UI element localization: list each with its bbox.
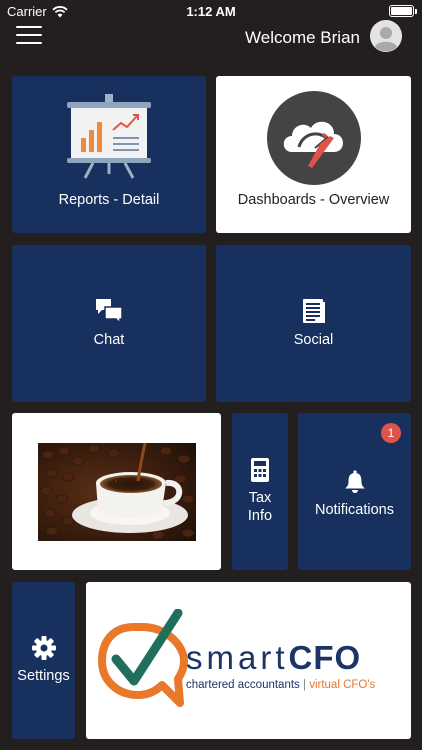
svg-text:chartered accountants |: chartered accountants | virtual CFO's xyxy=(186,679,376,691)
tax-info-label: Tax Info xyxy=(248,490,272,525)
welcome-message: Welcome Brian xyxy=(245,28,360,47)
calculator-icon xyxy=(251,458,269,483)
brand-tagline-separator: | xyxy=(303,679,306,691)
dashboards-overview-tile[interactable]: Dashboards - Overview xyxy=(216,76,411,233)
brand-tagline-right: virtual CFO's xyxy=(309,679,375,691)
notifications-tile[interactable]: 1 Notifications xyxy=(298,413,411,570)
user-icon xyxy=(370,20,402,52)
menu-icon[interactable] xyxy=(16,26,42,46)
notifications-label: Notifications xyxy=(315,501,394,518)
newspaper-icon xyxy=(302,298,325,323)
settings-label: Settings xyxy=(17,667,70,684)
coffee-image-tile[interactable] xyxy=(12,413,221,570)
tax-info-label-line1: Tax xyxy=(248,490,272,507)
nav-bar: Welcome Brian xyxy=(0,20,422,66)
brand-cfo: CFO xyxy=(288,639,361,676)
brand-tagline-left: chartered accountants xyxy=(186,679,300,691)
gear-icon xyxy=(31,635,56,660)
clock: 1:12 AM xyxy=(186,4,236,19)
social-tile[interactable]: Social xyxy=(216,245,411,402)
notification-badge: 1 xyxy=(381,423,401,443)
tax-info-tile[interactable]: Tax Info xyxy=(232,413,288,570)
brand-smart: smart xyxy=(186,639,289,676)
coffee-cup-photo xyxy=(37,442,196,541)
reports-detail-tile[interactable]: Reports - Detail xyxy=(12,76,206,233)
dashboards-overview-label: Dashboards - Overview xyxy=(237,191,390,208)
avatar[interactable] xyxy=(370,20,402,52)
smartcfo-logo-tile[interactable]: smartCFO chartered accountants | virtual… xyxy=(86,582,411,739)
status-bar: Carrier 1:12 AM xyxy=(0,0,422,22)
chat-bubbles-icon xyxy=(96,298,123,324)
settings-tile[interactable]: Settings xyxy=(12,582,75,739)
tax-info-label-line2: Info xyxy=(247,507,273,524)
bell-icon xyxy=(344,470,365,493)
smartcfo-logo: smartCFO chartered accountants | virtual… xyxy=(97,608,376,707)
reports-detail-label: Reports - Detail xyxy=(58,191,160,208)
svg-text:smartCFO: smartCFO xyxy=(186,639,361,676)
chat-label: Chat xyxy=(93,331,125,348)
cloud-gauge-icon xyxy=(266,90,361,185)
social-label: Social xyxy=(293,331,334,348)
presentation-chart-icon xyxy=(67,93,151,179)
battery-icon xyxy=(389,5,417,17)
chat-tile[interactable]: Chat xyxy=(12,245,206,402)
